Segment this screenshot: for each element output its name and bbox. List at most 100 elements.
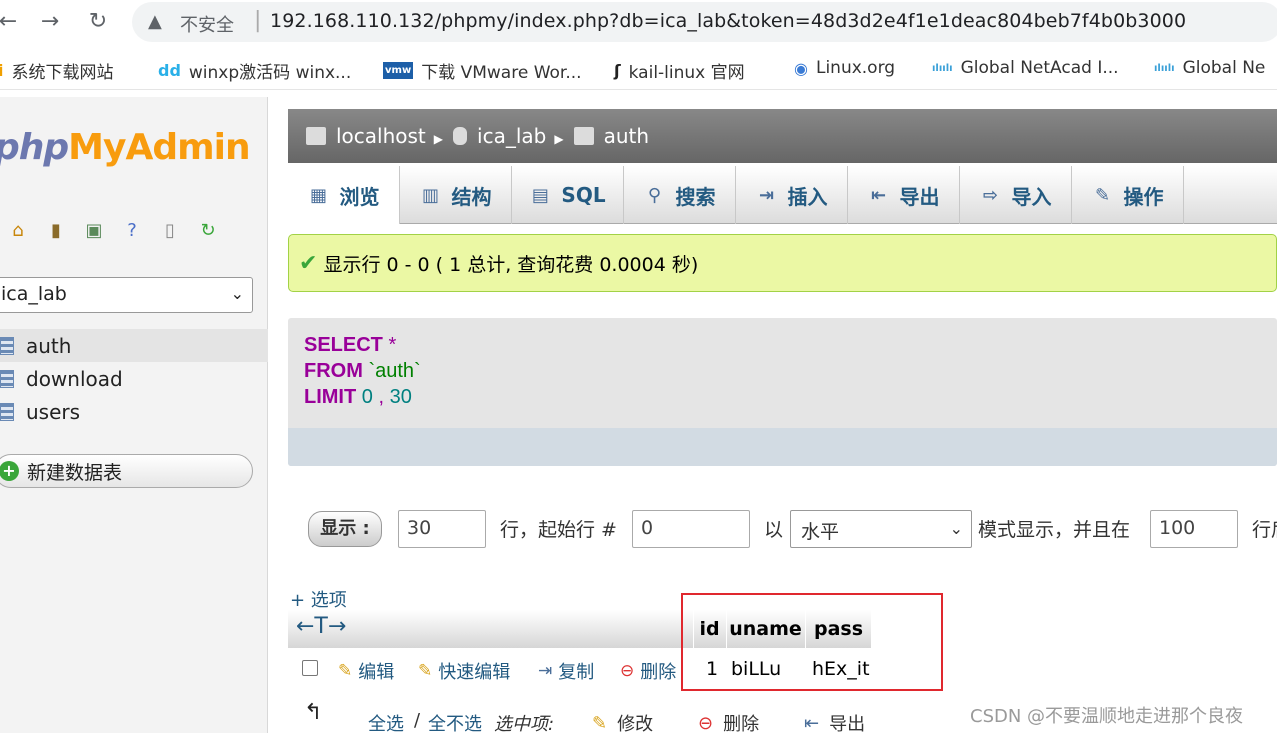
chevron-down-icon: ⌄	[949, 519, 963, 538]
bookmark-icon: i	[0, 61, 3, 80]
watermark: CSDN @不要温顺地走进那个良夜	[970, 706, 1244, 727]
rows-after-label: 行后	[1252, 519, 1277, 541]
sidebar-table-download[interactable]: download	[0, 362, 268, 395]
export-icon: ⇤	[870, 184, 887, 206]
bookmark-item[interactable]: ılıılı Global NetAcad I...	[932, 58, 1119, 78]
exit-icon[interactable]: ▮	[44, 219, 68, 243]
docs-icon[interactable]: ▯	[158, 219, 182, 243]
tab-structure[interactable]: ▥ 结构	[400, 166, 512, 224]
tab-insert[interactable]: ⇥ 插入	[736, 166, 848, 224]
home-icon[interactable]: ⌂	[6, 219, 30, 243]
deselect-all-link[interactable]: 全不选	[428, 710, 482, 736]
sidebar-table-auth[interactable]: auth	[0, 329, 268, 362]
result-navigation: 显示 : 30 行，起始行 # 0 以 水平 ⌄ 模式显示，并且在 100 行后	[288, 506, 1277, 552]
row-delete-link[interactable]: ⊖ 删除	[620, 658, 676, 684]
bulk-modify-button[interactable]: ✎ 修改	[592, 710, 653, 736]
reload-icon[interactable]: ↻	[84, 8, 112, 36]
bookmark-item[interactable]: dd winxp激活码 winx...	[158, 58, 351, 83]
delete-icon: ⊖	[698, 712, 714, 734]
row-edit-link[interactable]: ✎ 编辑	[338, 658, 394, 684]
row-checkbox[interactable]	[302, 660, 318, 676]
bookmark-item[interactable]: ◉ Linux.org	[794, 58, 895, 78]
nav-icon-row: ⌂ ▮ ▣ ? ▯ ↻	[6, 219, 220, 243]
warning-icon[interactable]: ▲	[148, 11, 162, 32]
row-copy-link[interactable]: ⇥ 复制	[538, 658, 594, 684]
plus-icon: +	[0, 461, 19, 481]
rows-input[interactable]: 30	[398, 510, 486, 548]
sidebar-table-users[interactable]: users	[0, 395, 268, 428]
sql-box-footer	[288, 428, 1277, 466]
tab-export[interactable]: ⇤ 导出	[848, 166, 960, 224]
slash-separator: /	[414, 710, 421, 731]
bookmarks-bar: i系统下载网站 ddwinxp激活码 winx... vmw下载 VMware …	[0, 50, 1277, 90]
arrow-up-left-icon: ↰	[304, 700, 323, 725]
bookmark-item[interactable]: i系统下载网站	[0, 58, 113, 83]
display-mode-select[interactable]: 水平 ⌄	[790, 510, 972, 548]
address-bar[interactable]: ▲ 不安全 | 192.168.110.132/phpmy/index.php?…	[132, 2, 1277, 42]
insecure-label[interactable]: 不安全	[180, 11, 234, 37]
table-icon	[0, 336, 14, 355]
database-select[interactable]: ica_lab ⌄	[0, 277, 253, 313]
address-separator: |	[254, 8, 262, 33]
bookmark-item[interactable]: vmw 下载 VMware Wor...	[383, 58, 582, 83]
cisco-icon: ılıılı	[932, 62, 953, 74]
bookmark-icon: dd	[158, 61, 181, 80]
server-icon	[306, 127, 326, 145]
breadcrumb-table[interactable]: auth	[573, 124, 649, 148]
phpmyadmin-logo[interactable]: phpMyAdmin	[0, 127, 251, 168]
table-list: auth download users	[0, 329, 268, 428]
rows-start-label: 行，起始行 #	[500, 519, 617, 541]
start-row-input[interactable]: 0	[632, 510, 750, 548]
query-window-icon[interactable]: ▣	[82, 219, 106, 243]
breadcrumb-arrow-icon: ▶	[433, 132, 444, 146]
delete-icon: ⊖	[620, 661, 635, 681]
bulk-delete-button[interactable]: ⊖ 删除	[698, 710, 759, 736]
back-icon[interactable]: ←	[0, 8, 22, 36]
copy-icon: ⇥	[538, 661, 553, 681]
column-resize-icon[interactable]: ←T→	[296, 614, 346, 639]
table-tabs: ▦ 浏览 ▥ 结构 ▤ SQL ⚲ 搜索 ⇥ 插入 ⇤ 导出 ⇨ 导入 ✎ 操作	[288, 166, 1277, 224]
wrench-icon: ✎	[1094, 184, 1111, 206]
tab-import[interactable]: ⇨ 导入	[960, 166, 1072, 224]
import-icon: ⇨	[982, 184, 999, 206]
new-table-button[interactable]: + 新建数据表	[0, 454, 253, 488]
chevron-down-icon: ⌄	[230, 284, 244, 303]
table-icon	[0, 402, 14, 421]
row-quick-edit-link[interactable]: ✎ 快速编辑	[418, 658, 510, 684]
left-navigation: phpMyAdmin ⌂ ▮ ▣ ? ▯ ↻ ica_lab ⌄ auth do…	[0, 97, 268, 733]
refresh-icon[interactable]: ↻	[196, 219, 220, 243]
database-icon	[453, 127, 468, 145]
browser-toolbar: ← → ↻ ▲ 不安全 | 192.168.110.132/phpmy/inde…	[0, 0, 1277, 44]
selected-items-label: 选中项:	[494, 714, 555, 735]
vmware-icon: vmw	[383, 62, 414, 79]
tab-browse[interactable]: ▦ 浏览	[288, 166, 400, 224]
tab-operations[interactable]: ✎ 操作	[1072, 166, 1184, 224]
export-icon: ⇤	[804, 712, 820, 734]
forward-icon[interactable]: →	[36, 8, 64, 36]
highlight-box	[681, 593, 943, 691]
bulk-export-button[interactable]: ⇤ 导出	[804, 710, 865, 736]
repeat-headers-input[interactable]: 100	[1150, 510, 1238, 548]
select-all-link[interactable]: 全选	[368, 710, 404, 736]
tab-search[interactable]: ⚲ 搜索	[624, 166, 736, 224]
help-icon[interactable]: ?	[120, 219, 144, 243]
options-link[interactable]: + 选项	[290, 586, 347, 612]
bookmark-item[interactable]: ılıılı Global Ne	[1154, 58, 1265, 78]
tab-sql[interactable]: ▤ SQL	[512, 166, 624, 224]
kali-dragon-icon: ʃ	[614, 61, 621, 80]
success-message: ✔ 显示行 0 - 0 ( 1 总计, 查询花费 0.0004 秒)	[288, 234, 1277, 292]
with-label: 以	[764, 519, 784, 541]
cisco-icon: ılıılı	[1154, 62, 1175, 74]
sql-code: SELECT * FROM `auth` LIMIT 0 , 30	[304, 334, 421, 408]
table-icon	[0, 369, 14, 388]
sql-query-box: SELECT * FROM `auth` LIMIT 0 , 30	[288, 318, 1277, 466]
bookmark-item[interactable]: ʃ kail-linux 官网	[614, 58, 745, 83]
structure-icon: ▥	[421, 184, 439, 206]
breadcrumb-arrow-icon: ▶	[554, 132, 564, 146]
quick-edit-icon: ✎	[418, 661, 433, 681]
breadcrumb-server[interactable]: localhost	[306, 124, 426, 148]
breadcrumb-database[interactable]: ica_lab	[453, 124, 546, 148]
check-icon: ✔	[299, 250, 318, 276]
url-text[interactable]: 192.168.110.132/phpmy/index.php?db=ica_l…	[270, 10, 1186, 32]
show-button[interactable]: 显示 :	[308, 511, 382, 547]
